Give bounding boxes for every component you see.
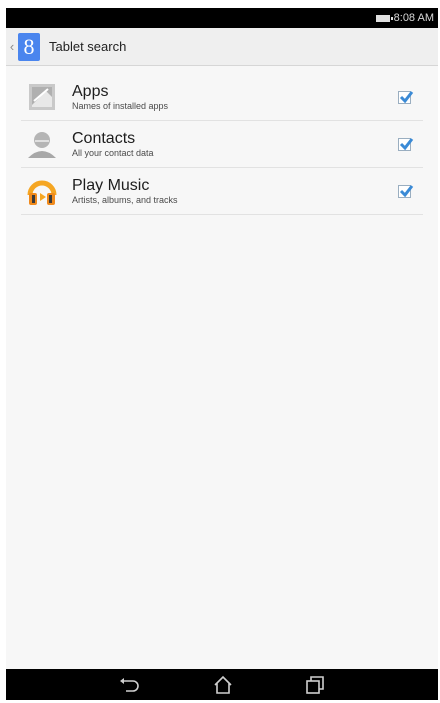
play-music-icon (26, 175, 58, 207)
status-bar: 8:08 AM (6, 8, 438, 28)
up-caret-icon[interactable]: ‹ (6, 39, 18, 54)
apps-checkbox[interactable] (398, 91, 414, 104)
status-time: 8:08 AM (393, 12, 434, 24)
action-bar: ‹ 8 Tablet search (6, 28, 438, 66)
page-title: Tablet search (49, 39, 127, 54)
navigation-bar (6, 669, 438, 700)
item-subtitle: All your contact data (72, 147, 154, 158)
contacts-icon (26, 128, 58, 160)
list-item-contacts[interactable]: Contacts All your contact data (21, 121, 423, 168)
home-icon[interactable] (212, 675, 234, 695)
search-sources-list: Apps Names of installed apps Contacts Al… (6, 74, 438, 215)
back-icon[interactable] (118, 675, 140, 695)
item-title: Apps (72, 82, 109, 100)
play-music-checkbox[interactable] (398, 185, 414, 198)
list-item-apps[interactable]: Apps Names of installed apps (21, 74, 423, 121)
item-title: Play Music (72, 176, 150, 194)
contacts-checkbox[interactable] (398, 138, 414, 151)
battery-icon (375, 14, 393, 22)
item-subtitle: Names of installed apps (72, 100, 169, 111)
item-title: Contacts (72, 129, 136, 147)
list-item-play-music[interactable]: Play Music Artists, albums, and tracks (21, 168, 423, 215)
apps-icon (26, 81, 58, 113)
screen: 8:08 AM ‹ 8 Tablet search Apps Names of … (6, 8, 438, 700)
recent-apps-icon[interactable] (304, 675, 326, 695)
google-logo-icon[interactable]: 8 (18, 32, 40, 61)
item-subtitle: Artists, albums, and tracks (72, 194, 178, 205)
